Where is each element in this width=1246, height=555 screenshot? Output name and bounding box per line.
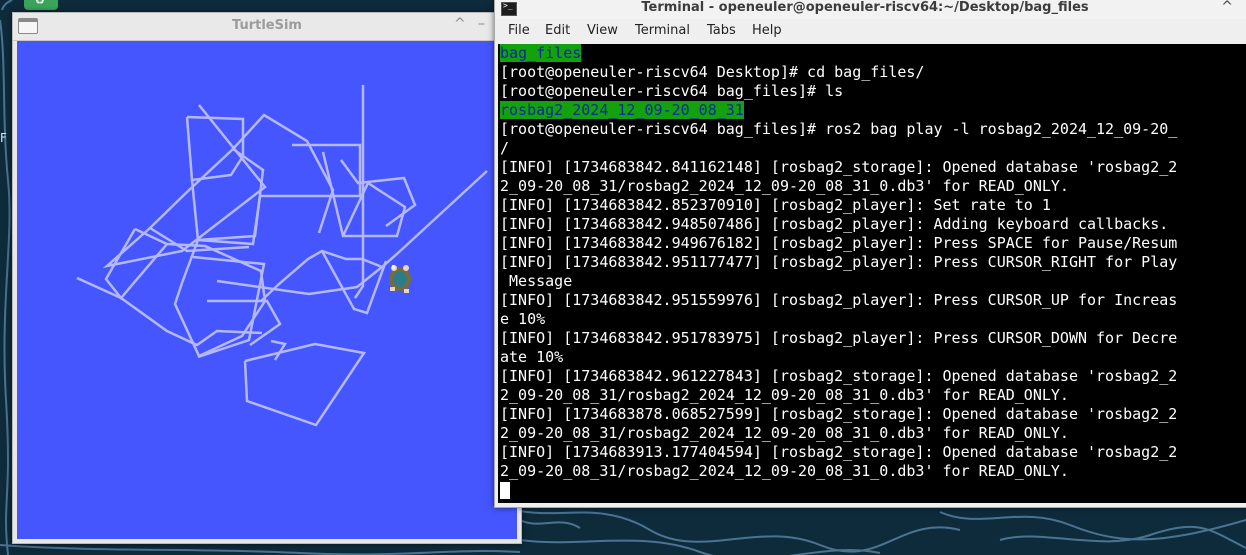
terminal-text: bag_files [root@openeuler-riscv64 Desktop… bbox=[500, 44, 1177, 500]
menu-tabs[interactable]: Tabs bbox=[707, 23, 736, 38]
terminal-line: 2_09-20_08_31/rosbag2_2024_12_09-20_08_3… bbox=[500, 386, 1177, 405]
terminal-titlebar[interactable]: Terminal - openeuler@openeuler-riscv64:~… bbox=[495, 0, 1246, 19]
terminal-line-text: [INFO] [1734683842.841162148] [rosbag2_s… bbox=[500, 158, 1178, 176]
terminal-line-text: [INFO] [1734683842.961227843] [rosbag2_s… bbox=[500, 367, 1178, 385]
terminal-line-text: [INFO] [1734683842.852370910] [rosbag2_p… bbox=[500, 196, 1051, 214]
terminal-line: [root@openeuler-riscv64 bag_files]# ros2… bbox=[500, 120, 1177, 139]
desktop-trash-icon[interactable]: ♻ bbox=[24, 0, 58, 10]
terminal-line-text: [root@openeuler-riscv64 Desktop]# cd bag… bbox=[500, 63, 925, 81]
terminal-line: [root@openeuler-riscv64 bag_files]# ls bbox=[500, 82, 1177, 101]
terminal-line: [INFO] [1734683842.951559976] [rosbag2_p… bbox=[500, 291, 1177, 310]
menu-edit[interactable]: Edit bbox=[545, 23, 570, 38]
terminal-line-text: [INFO] [1734683913.177404594] [rosbag2_s… bbox=[500, 443, 1178, 461]
turtle-sprite bbox=[389, 265, 411, 293]
terminal-line-text: ate 10% bbox=[500, 348, 564, 366]
highlighted-dir-name: bag_files bbox=[500, 44, 582, 62]
turtle-trail bbox=[76, 85, 488, 427]
terminal-cursor bbox=[500, 482, 510, 499]
terminal-line: [INFO] [1734683842.951783975] [rosbag2_p… bbox=[500, 329, 1177, 348]
highlighted-dir-name: rosbag2_2024_12_09-20_08_31 bbox=[500, 101, 744, 119]
terminal-line-text: / bbox=[500, 139, 510, 157]
terminal-line-text: 2_09-20_08_31/rosbag2_2024_12_09-20_08_3… bbox=[500, 386, 1069, 404]
terminal-line-text: [INFO] [1734683842.948507486] [rosbag2_p… bbox=[500, 215, 1169, 233]
terminal-line: rosbag2_2024_12_09-20_08_31 bbox=[500, 101, 1177, 120]
terminal-line: Message bbox=[500, 272, 1177, 291]
terminal-output[interactable]: bag_files [root@openeuler-riscv64 Desktop… bbox=[498, 44, 1246, 503]
terminal-maximize-button[interactable]: ^ bbox=[1221, 0, 1233, 15]
menu-terminal[interactable]: Terminal bbox=[635, 23, 690, 38]
minimize-button[interactable]: – bbox=[478, 16, 485, 32]
terminal-line-text: [root@openeuler-riscv64 bag_files]# ros2… bbox=[500, 120, 1178, 138]
terminal-title: Terminal - openeuler@openeuler-riscv64:~… bbox=[641, 0, 1089, 15]
terminal-line-text: [INFO] [1734683842.951177477] [rosbag2_p… bbox=[500, 253, 1178, 271]
terminal-line-text: [INFO] [1734683842.951559976] [rosbag2_p… bbox=[500, 291, 1178, 309]
terminal-menubar: File Edit View Terminal Tabs Help bbox=[495, 19, 1246, 44]
desktop-edge-label: F bbox=[0, 131, 7, 145]
terminal-line: 2_09-20_08_31/rosbag2_2024_12_09-20_08_3… bbox=[500, 462, 1177, 481]
turtlesim-titlebar[interactable]: TurtleSim ^ – bbox=[13, 13, 521, 41]
terminal-line: bag_files bbox=[500, 44, 1177, 63]
terminal-line: [INFO] [1734683842.852370910] [rosbag2_p… bbox=[500, 196, 1177, 215]
menu-help[interactable]: Help bbox=[752, 23, 782, 38]
terminal-line-text: [INFO] [1734683842.951783975] [rosbag2_p… bbox=[500, 329, 1178, 347]
terminal-line: [INFO] [1734683878.068527599] [rosbag2_s… bbox=[500, 405, 1177, 424]
terminal-line: e 10% bbox=[500, 310, 1177, 329]
terminal-line: [INFO] [1734683842.961227843] [rosbag2_s… bbox=[500, 367, 1177, 386]
terminal-line-text: Message bbox=[500, 272, 573, 290]
terminal-line-text: 2_09-20_08_31/rosbag2_2024_12_09-20_08_3… bbox=[500, 462, 1069, 480]
terminal-line: 2_09-20_08_31/rosbag2_2024_12_09-20_08_3… bbox=[500, 177, 1177, 196]
terminal-window: Terminal - openeuler@openeuler-riscv64:~… bbox=[494, 0, 1246, 508]
terminal-line-text: [root@openeuler-riscv64 bag_files]# ls bbox=[500, 82, 844, 100]
terminal-line: [INFO] [1734683842.949676182] [rosbag2_p… bbox=[500, 234, 1177, 253]
terminal-line: [INFO] [1734683913.177404594] [rosbag2_s… bbox=[500, 443, 1177, 462]
terminal-line-text: 2_09-20_08_31/rosbag2_2024_12_09-20_08_3… bbox=[500, 177, 1069, 195]
menu-file[interactable]: File bbox=[508, 23, 530, 38]
maximize-button[interactable]: ^ bbox=[454, 16, 466, 32]
menu-view[interactable]: View bbox=[587, 23, 618, 38]
terminal-line: ate 10% bbox=[500, 348, 1177, 367]
terminal-line: [INFO] [1734683842.841162148] [rosbag2_s… bbox=[500, 158, 1177, 177]
terminal-line: [INFO] [1734683842.948507486] [rosbag2_p… bbox=[500, 215, 1177, 234]
terminal-line-text: [INFO] [1734683842.949676182] [rosbag2_p… bbox=[500, 234, 1178, 252]
terminal-line: / bbox=[500, 139, 1177, 158]
turtlesim-canvas bbox=[17, 41, 517, 539]
turtlesim-title: TurtleSim bbox=[232, 18, 302, 33]
terminal-line-text: [INFO] [1734683878.068527599] [rosbag2_s… bbox=[500, 405, 1178, 423]
terminal-line: 2_09-20_08_31/rosbag2_2024_12_09-20_08_3… bbox=[500, 424, 1177, 443]
terminal-line: [INFO] [1734683842.951177477] [rosbag2_p… bbox=[500, 253, 1177, 272]
terminal-line-text: 2_09-20_08_31/rosbag2_2024_12_09-20_08_3… bbox=[500, 424, 1069, 442]
turtlesim-window: TurtleSim ^ – bbox=[12, 12, 522, 544]
terminal-line-text: e 10% bbox=[500, 310, 546, 328]
terminal-line: [root@openeuler-riscv64 Desktop]# cd bag… bbox=[500, 63, 1177, 82]
